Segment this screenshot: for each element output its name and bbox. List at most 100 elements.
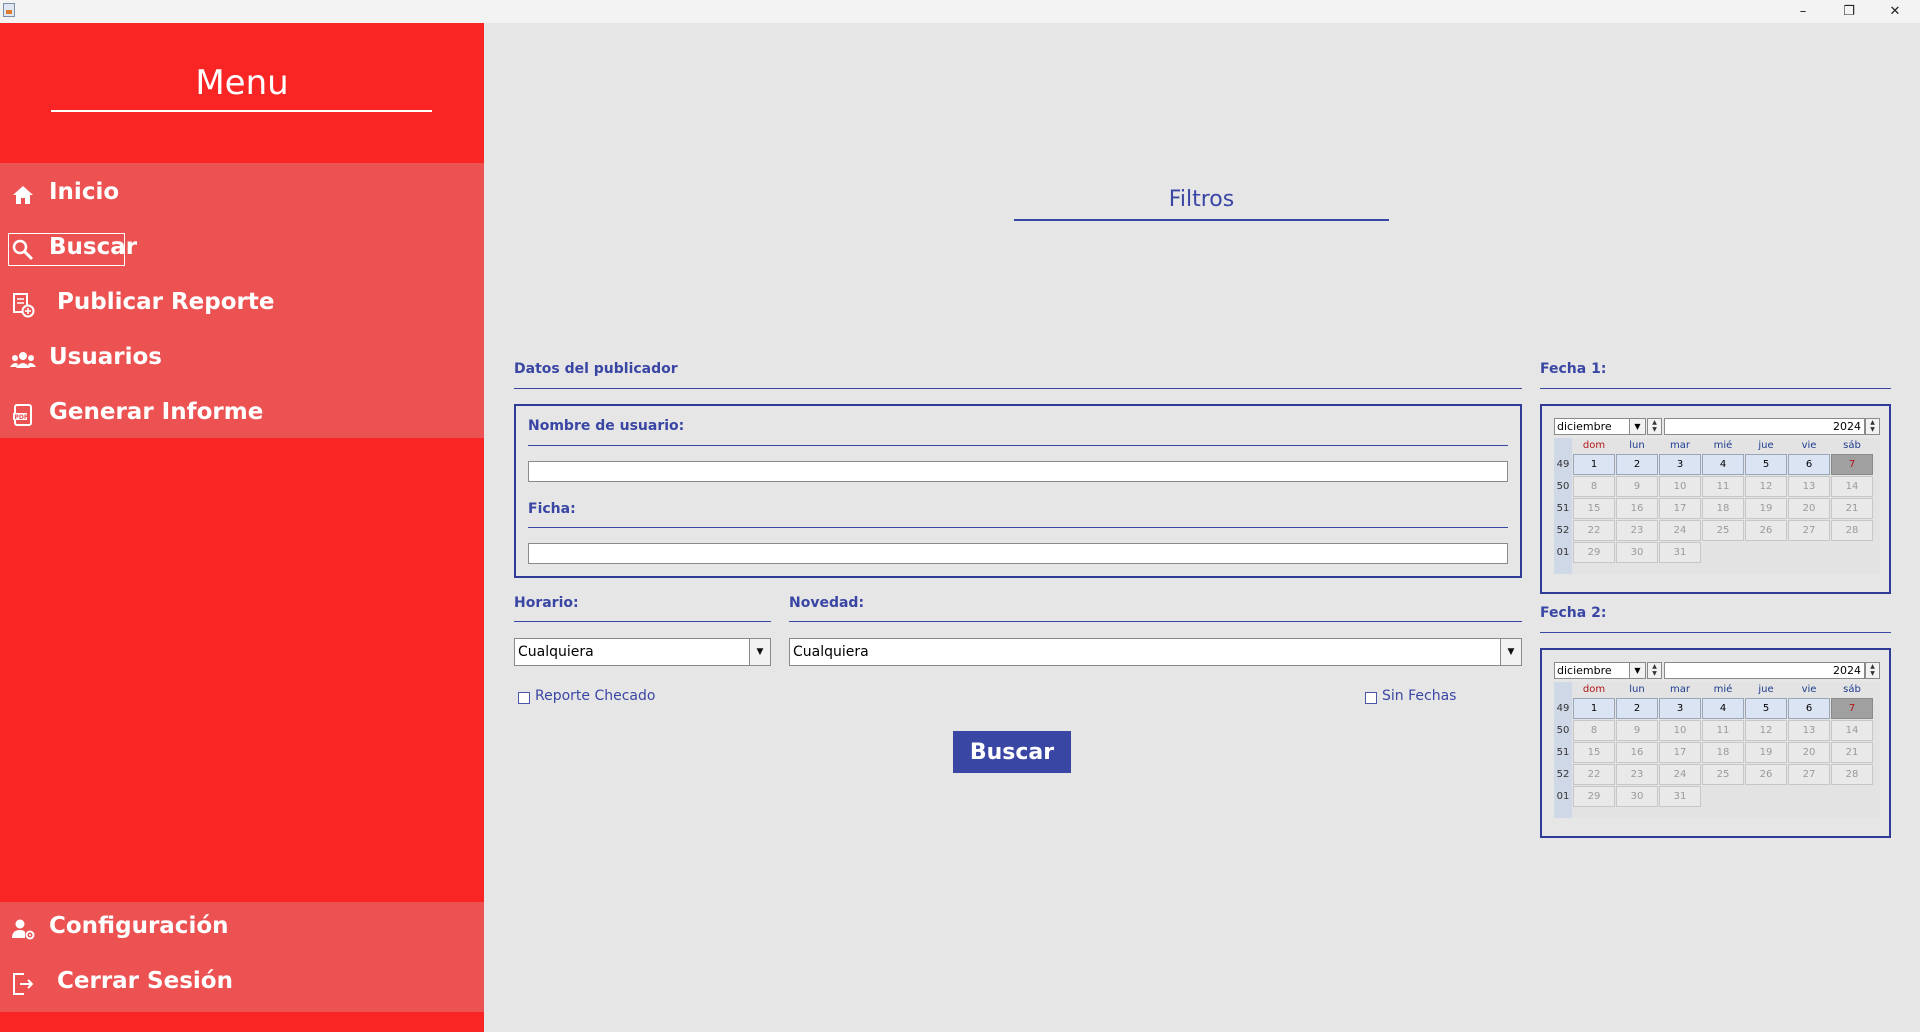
calendar-day[interactable]: 26 [1745,764,1787,785]
month-spinner[interactable]: ▲ ▼ [1647,662,1662,679]
maximize-button[interactable]: ❐ [1826,0,1872,23]
close-button[interactable]: ✕ [1872,0,1918,23]
calendar-day[interactable]: 29 [1573,542,1615,563]
minimize-button[interactable]: – [1780,0,1826,23]
sidebar-item-generar-informe[interactable]: PDF Generar Informe [0,394,484,440]
ficha-input[interactable] [528,543,1508,564]
calendar-day[interactable]: 12 [1745,720,1787,741]
month-spinner[interactable]: ▲ ▼ [1647,418,1662,435]
calendar-day[interactable]: 10 [1659,720,1701,741]
calendar-day[interactable]: 8 [1573,476,1615,497]
calendar-day[interactable]: 25 [1702,764,1744,785]
calendar-day[interactable]: 13 [1788,720,1830,741]
calendar-day[interactable]: 23 [1616,764,1658,785]
calendar-day[interactable]: 14 [1831,476,1873,497]
sidebar-item-usuarios[interactable]: Usuarios [0,339,484,385]
sin-fechas-checkbox[interactable] [1365,692,1377,704]
calendar-day[interactable]: 1 [1573,454,1615,475]
day-header: mar [1670,440,1690,451]
sidebar-item-configuracion[interactable]: Configuración [0,908,484,954]
calendar-day[interactable]: 21 [1831,498,1873,519]
month-select[interactable]: diciembre ▼ [1554,662,1646,679]
calendar-day[interactable]: 2 [1616,454,1658,475]
calendar-day[interactable]: 9 [1616,720,1658,741]
calendar-day[interactable]: 12 [1745,476,1787,497]
sidebar-item-label: Generar Informe [49,399,264,425]
reporte-checado-checkbox[interactable] [518,692,530,704]
calendar-day[interactable]: 24 [1659,764,1701,785]
calendar-day[interactable]: 3 [1659,454,1701,475]
calendar-day[interactable]: 27 [1788,764,1830,785]
calendar-day[interactable]: 3 [1659,698,1701,719]
calendar-day[interactable]: 28 [1831,520,1873,541]
calendar-day[interactable]: 30 [1616,786,1658,807]
calendar-day[interactable]: 6 [1788,698,1830,719]
calendar-day[interactable]: 31 [1659,542,1701,563]
calendar-day[interactable]: 7 [1831,454,1873,475]
calendar-day[interactable]: 16 [1616,498,1658,519]
calendar-day[interactable]: 9 [1616,476,1658,497]
calendar-day[interactable]: 4 [1702,454,1744,475]
calendar-day[interactable]: 30 [1616,542,1658,563]
calendar-day[interactable]: 16 [1616,742,1658,763]
calendar-day[interactable]: 2 [1616,698,1658,719]
calendar-day[interactable]: 18 [1702,498,1744,519]
year-spinner[interactable]: ▲ ▼ [1865,418,1880,435]
horario-select[interactable]: Cualquiera ▼ [514,638,771,666]
calendar-day[interactable]: 7 [1831,698,1873,719]
search-button[interactable]: Buscar [953,731,1071,773]
sidebar-item-buscar[interactable]: Buscar [0,229,484,275]
calendar-day[interactable]: 18 [1702,742,1744,763]
sidebar-item-inicio[interactable]: Inicio [0,174,484,220]
sin-fechas-label[interactable]: Sin Fechas [1382,688,1456,704]
calendar-day[interactable]: 27 [1788,520,1830,541]
calendar-day[interactable]: 20 [1788,498,1830,519]
calendar-day[interactable]: 31 [1659,786,1701,807]
novedad-select[interactable]: Cualquiera ▼ [789,638,1522,666]
calendar-day[interactable]: 10 [1659,476,1701,497]
chevron-down-icon[interactable]: ▼ [1500,639,1521,665]
sidebar-item-cerrar-sesion[interactable]: Cerrar Sesión [0,963,484,1009]
sidebar-nav: Inicio Buscar Publicar Reporte Usuarios … [0,163,484,438]
publisher-panel: Nombre de usuario: Ficha: [514,404,1522,578]
calendar-day[interactable]: 29 [1573,786,1615,807]
year-spinner[interactable]: ▲ ▼ [1865,662,1880,679]
calendar-day[interactable]: 5 [1745,454,1787,475]
month-select[interactable]: diciembre ▼ [1554,418,1646,435]
calendar-day[interactable]: 20 [1788,742,1830,763]
chevron-down-icon[interactable]: ▼ [749,639,770,665]
calendar-day[interactable]: 15 [1573,742,1615,763]
week-number: 01 [1556,547,1570,558]
year-field[interactable]: 2024 [1664,662,1865,679]
calendar-day[interactable]: 23 [1616,520,1658,541]
year-field[interactable]: 2024 [1664,418,1865,435]
calendar-day[interactable]: 8 [1573,720,1615,741]
calendar-day[interactable]: 25 [1702,520,1744,541]
calendar-day[interactable]: 13 [1788,476,1830,497]
calendar-day[interactable]: 17 [1659,498,1701,519]
reporte-checado-label[interactable]: Reporte Checado [535,688,655,704]
novedad-select-value: Cualquiera [793,644,869,660]
calendar-day[interactable]: 28 [1831,764,1873,785]
calendar-day[interactable]: 11 [1702,476,1744,497]
horario-select-value: Cualquiera [518,644,594,660]
sidebar-item-publicar-reporte[interactable]: Publicar Reporte [0,284,484,330]
calendar-day[interactable]: 17 [1659,742,1701,763]
calendar-day[interactable]: 4 [1702,698,1744,719]
calendar-day[interactable]: 19 [1745,742,1787,763]
calendar-day[interactable]: 21 [1831,742,1873,763]
calendar-day[interactable]: 19 [1745,498,1787,519]
calendar-day[interactable]: 1 [1573,698,1615,719]
chevron-down-icon[interactable]: ▼ [1629,419,1645,434]
calendar-day[interactable]: 22 [1573,520,1615,541]
calendar-day[interactable]: 26 [1745,520,1787,541]
calendar-day[interactable]: 5 [1745,698,1787,719]
chevron-down-icon[interactable]: ▼ [1629,663,1645,678]
calendar-day[interactable]: 24 [1659,520,1701,541]
calendar-day[interactable]: 22 [1573,764,1615,785]
calendar-day[interactable]: 11 [1702,720,1744,741]
calendar-day[interactable]: 15 [1573,498,1615,519]
calendar-day[interactable]: 6 [1788,454,1830,475]
calendar-day[interactable]: 14 [1831,720,1873,741]
username-input[interactable] [528,461,1508,482]
